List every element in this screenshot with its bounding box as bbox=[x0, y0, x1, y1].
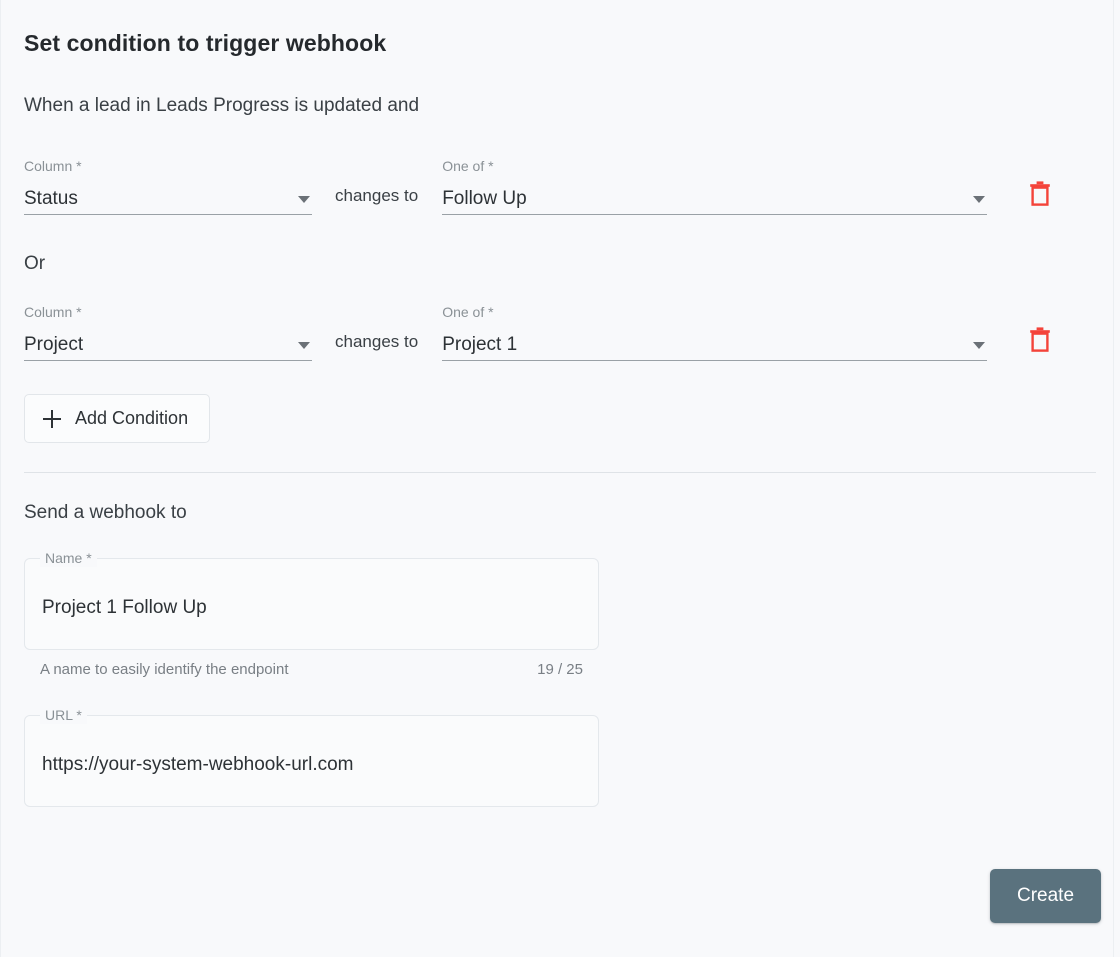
webhook-url-label: URL * bbox=[40, 707, 87, 724]
column-select-2[interactable]: Column * Project bbox=[24, 304, 312, 361]
value-select-value: Follow Up bbox=[442, 188, 527, 209]
webhook-name-helper-row: A name to easily identify the endpoint 1… bbox=[40, 661, 583, 678]
chevron-down-icon bbox=[298, 342, 310, 349]
section-divider bbox=[24, 472, 1096, 473]
trigger-sentence: When a lead in Leads Progress is updated… bbox=[24, 95, 420, 116]
column-select-label: Column * bbox=[24, 158, 82, 174]
or-separator-label: Or bbox=[24, 253, 46, 274]
condition-row: Column * Project changes to One of * Pro… bbox=[24, 289, 1096, 361]
webhook-section-label: Send a webhook to bbox=[24, 502, 187, 523]
add-condition-label: Add Condition bbox=[75, 408, 189, 428]
operator-label: changes to bbox=[335, 186, 419, 205]
webhook-condition-dialog: Set condition to trigger webhook When a … bbox=[0, 0, 1120, 957]
chevron-down-icon bbox=[973, 342, 986, 349]
operator-label: changes to bbox=[335, 332, 419, 351]
condition-row: Column * Status changes to One of * Foll… bbox=[24, 143, 1096, 215]
webhook-name-input[interactable]: Project 1 Follow Up bbox=[42, 597, 584, 619]
webhook-name-label: Name * bbox=[40, 550, 97, 567]
value-select-label: One of * bbox=[442, 158, 494, 174]
webhook-name-helper-text: A name to easily identify the endpoint bbox=[40, 661, 289, 678]
column-select-1[interactable]: Column * Status bbox=[24, 158, 312, 215]
value-select-value: Project 1 bbox=[442, 334, 518, 355]
page-title: Set condition to trigger webhook bbox=[24, 30, 387, 56]
trash-icon bbox=[1030, 327, 1050, 352]
webhook-name-field[interactable]: Name * Project 1 Follow Up bbox=[24, 550, 599, 650]
chevron-down-icon bbox=[973, 196, 986, 203]
delete-condition-button-1[interactable] bbox=[1019, 172, 1061, 214]
add-condition-button[interactable]: Add Condition bbox=[24, 394, 211, 443]
value-select-label: One of * bbox=[442, 304, 494, 320]
webhook-url-input[interactable]: https://your-system-webhook-url.com bbox=[42, 754, 584, 776]
column-select-control-2[interactable]: Project bbox=[24, 325, 312, 361]
delete-condition-button-2[interactable] bbox=[1019, 318, 1061, 360]
value-select-2[interactable]: One of * Project 1 bbox=[442, 304, 988, 361]
plus-icon bbox=[43, 409, 61, 428]
column-select-label: Column * bbox=[24, 304, 82, 320]
column-select-control-1[interactable]: Status bbox=[24, 179, 312, 215]
column-select-value: Project bbox=[24, 334, 84, 355]
value-select-control-1[interactable]: Follow Up bbox=[442, 179, 988, 215]
create-button[interactable]: Create bbox=[990, 869, 1101, 923]
value-select-control-2[interactable]: Project 1 bbox=[442, 325, 988, 361]
chevron-down-icon bbox=[298, 196, 310, 203]
trash-icon bbox=[1030, 181, 1050, 206]
value-select-1[interactable]: One of * Follow Up bbox=[442, 158, 988, 215]
webhook-name-character-counter: 19 / 25 bbox=[537, 661, 583, 678]
webhook-url-field[interactable]: URL * https://your-system-webhook-url.co… bbox=[24, 707, 599, 807]
column-select-value: Status bbox=[24, 188, 78, 209]
